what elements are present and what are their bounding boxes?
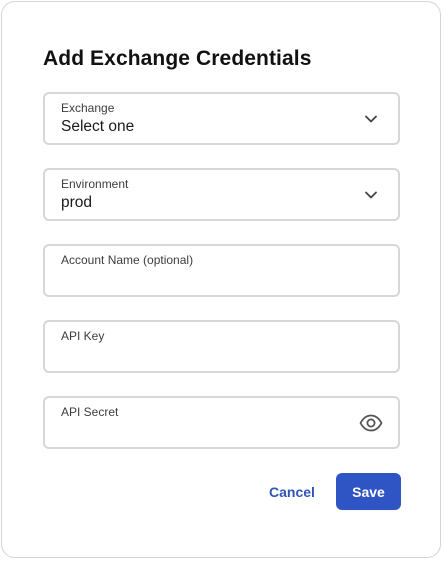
account-name-input[interactable]: Account Name (optional): [43, 244, 400, 297]
eye-icon[interactable]: [359, 413, 383, 433]
api-secret-label: API Secret: [61, 405, 119, 419]
exchange-value: Select one: [61, 118, 135, 135]
chevron-down-icon[interactable]: [364, 112, 378, 126]
api-key-label: API Key: [61, 329, 105, 343]
api-key-input[interactable]: API Key: [43, 320, 400, 373]
cancel-button[interactable]: Cancel: [257, 474, 327, 510]
save-button[interactable]: Save: [336, 473, 401, 510]
chevron-down-icon[interactable]: [364, 188, 378, 202]
environment-select[interactable]: Environment prod: [43, 168, 400, 221]
exchange-select[interactable]: Exchange Select one: [43, 92, 400, 145]
api-secret-input[interactable]: API Secret: [43, 396, 400, 449]
account-name-label: Account Name (optional): [61, 253, 194, 267]
add-credentials-dialog: Add Exchange Credentials Exchange Select…: [1, 1, 441, 558]
environment-label: Environment: [61, 177, 129, 191]
environment-value: prod: [61, 194, 93, 211]
dialog-title: Add Exchange Credentials: [43, 47, 312, 70]
exchange-label: Exchange: [61, 101, 115, 115]
